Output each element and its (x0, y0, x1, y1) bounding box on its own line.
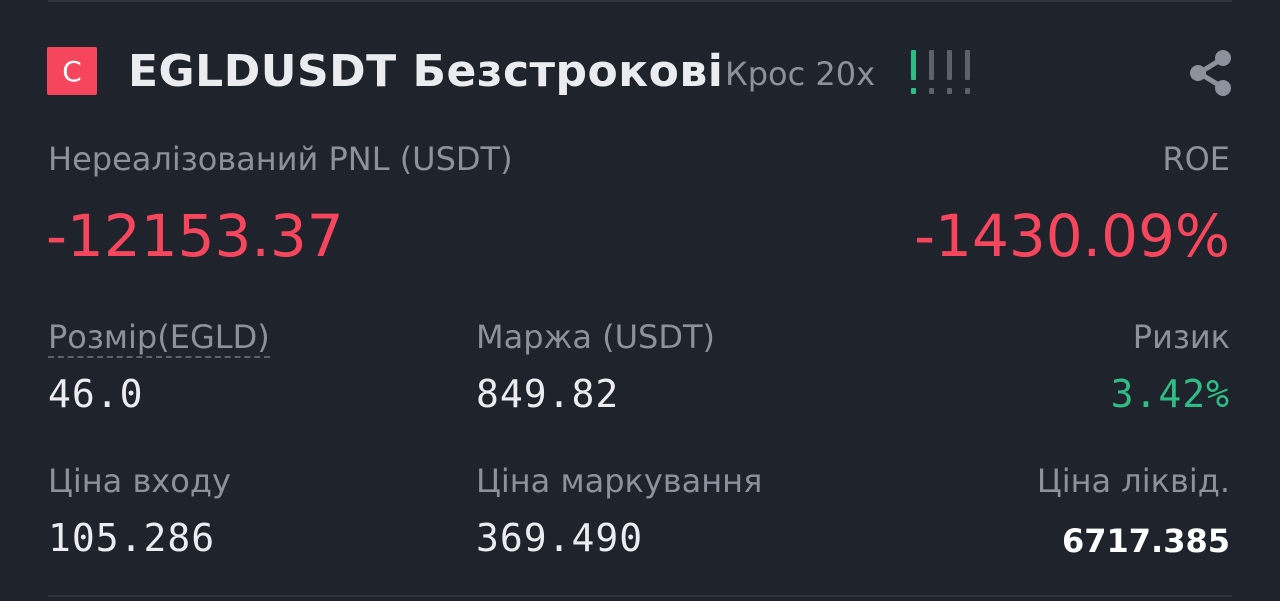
roe-value: -1430.09% (914, 202, 1230, 270)
risk-bar-3 (947, 50, 952, 94)
risk-label: Ризик (1132, 318, 1230, 356)
cross-badge: C (47, 47, 97, 95)
size-value: 46.0 (48, 372, 144, 416)
unrealized-pnl-value: -12153.37 (46, 202, 344, 270)
risk-level-icon (911, 50, 970, 94)
size-label[interactable]: Розмір(EGLD) (48, 318, 270, 358)
liquidation-price-value: 6717.385 (1061, 522, 1230, 560)
entry-price-label: Ціна входу (48, 462, 231, 500)
margin-label: Маржа (USDT) (476, 318, 716, 356)
top-divider (48, 0, 1232, 2)
risk-bar-4 (965, 50, 970, 94)
risk-bar-1 (911, 50, 916, 94)
risk-bar-2 (929, 50, 934, 94)
unrealized-pnl-label: Нереалізований PNL (USDT) (48, 140, 513, 178)
margin-mode-leverage[interactable]: Крос 20х (725, 55, 875, 93)
position-symbol[interactable]: EGLDUSDT Безстрокові (128, 46, 723, 97)
roe-label: ROE (1162, 140, 1230, 178)
mark-price-label: Ціна маркування (476, 462, 763, 500)
bottom-divider (48, 595, 1232, 597)
liquidation-price-label: Ціна ліквід. (1036, 462, 1230, 500)
share-icon[interactable] (1186, 48, 1236, 98)
mark-price-value: 369.490 (476, 516, 644, 560)
margin-value: 849.82 (476, 372, 620, 416)
entry-price-value: 105.286 (48, 516, 216, 560)
risk-value: 3.42% (1110, 372, 1230, 416)
position-card: C EGLDUSDT Безстрокові Крос 20х Нереаліз… (0, 0, 1280, 601)
